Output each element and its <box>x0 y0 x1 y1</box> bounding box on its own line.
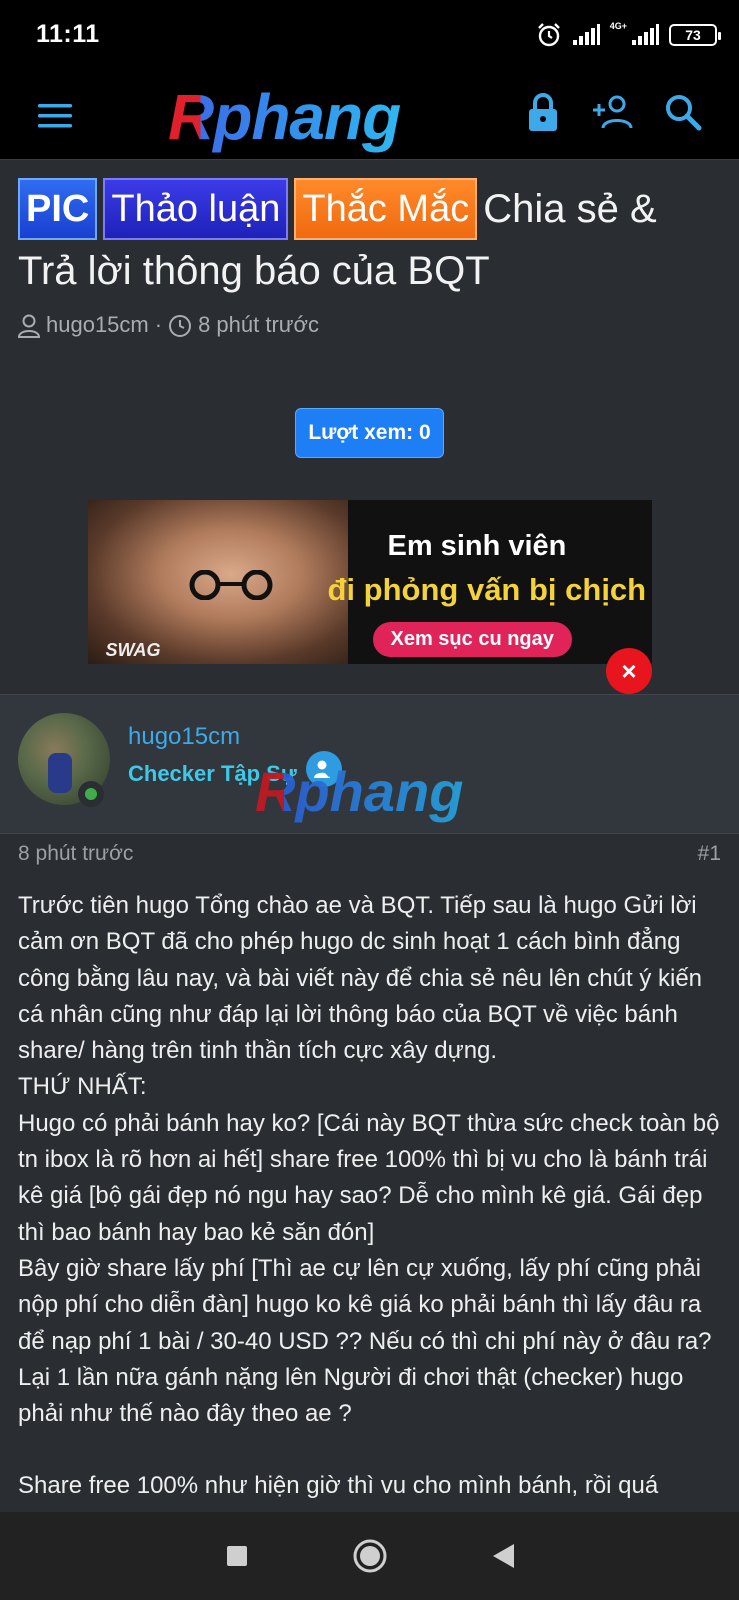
status-bar: 11:11 4G+ 73 <box>0 0 739 70</box>
clock: 11:11 <box>36 20 100 48</box>
thread-title: PIC Thảo luận Thắc Mắc Chia sẻ & Trả lời th… <box>18 178 721 302</box>
post-number[interactable]: #1 <box>698 842 721 866</box>
app-bar: Rphang <box>0 70 739 160</box>
post-paragraph: Trước tiên hugo Tổng chào ae và BQT. Tiế… <box>18 892 703 1065</box>
recent-apps-icon[interactable] <box>212 1531 262 1581</box>
post-paragraph: Share free 100% như hiện giờ thì vu cho … <box>18 1472 659 1500</box>
post-time[interactable]: 8 phút trước <box>18 842 133 866</box>
app-bar-actions <box>521 90 705 134</box>
post-paragraph: Hugo có phải bánh hay ko? [Cái này BQT t… <box>18 1109 720 1246</box>
meta-separator: · <box>154 312 163 338</box>
lock-icon[interactable] <box>521 90 565 134</box>
menu-icon[interactable] <box>36 96 76 136</box>
clock-icon <box>168 312 192 338</box>
thread-author-link[interactable]: hugo15cm <box>46 312 149 338</box>
alarm-icon <box>536 22 562 48</box>
battery-icon: 73 <box>669 24 721 46</box>
prefix-thao-luan[interactable]: Thảo luận <box>103 178 289 240</box>
post-paragraph: Bây giờ share lấy phí [Thì ae cự lên cự … <box>18 1254 712 1428</box>
online-status-icon <box>78 781 104 807</box>
add-user-icon[interactable] <box>591 90 635 134</box>
thread-content: PIC Thảo luận Thắc Mắc Chia sẻ & Trả lời th… <box>0 160 739 1512</box>
user-icon <box>17 312 41 339</box>
ad-brand: SWAG <box>105 640 161 661</box>
ad-close-button[interactable]: × <box>606 648 652 694</box>
site-logo[interactable]: Rphang <box>168 80 401 154</box>
views-wrap: Lượt xem: 0 <box>0 408 739 459</box>
prefix-pic[interactable]: PIC <box>18 178 98 240</box>
signal-icon-2 <box>631 24 659 46</box>
post-author-block: hugo15cm Checker Tập Sự Rphang <box>0 694 739 834</box>
status-icons: 4G+ 73 <box>536 20 721 50</box>
ad-cta-button[interactable]: Xem sục cu ngay <box>372 622 572 658</box>
prefix-thac-mac[interactable]: Thắc Mắc <box>294 178 478 240</box>
ad-subheadline: đi phỏng vấn bị chịch <box>327 572 647 608</box>
post-paragraph: THỨ NHẤT: <box>18 1073 147 1101</box>
post-author-name[interactable]: hugo15cm <box>128 723 240 751</box>
system-nav-bar <box>0 1512 739 1600</box>
home-icon[interactable] <box>345 1531 395 1581</box>
watermark-logo: Rphang <box>255 760 464 823</box>
thread-header: PIC Thảo luận Thắc Mắc Chia sẻ & Trả lời th… <box>0 160 739 339</box>
signal-icon <box>572 24 600 46</box>
back-icon[interactable] <box>478 1531 528 1581</box>
ad-headline: Em sinh viên <box>387 530 567 563</box>
post-meta: 8 phút trước #1 <box>18 842 721 866</box>
ad-glasses-graphic <box>189 570 272 601</box>
post-body: Trước tiên hugo Tổng chào ae và BQT. Tiế… <box>18 888 724 1505</box>
search-icon[interactable] <box>661 90 705 134</box>
thread-meta: hugo15cm · 8 phút trước <box>17 312 721 339</box>
thread-time[interactable]: 8 phút trước <box>198 312 319 338</box>
network-type-label: 4G+ <box>609 21 627 31</box>
ad-banner[interactable]: SWAG Em sinh viên đi phỏng vấn bị chịch … <box>87 500 652 665</box>
views-button[interactable]: Lượt xem: 0 <box>295 408 444 459</box>
